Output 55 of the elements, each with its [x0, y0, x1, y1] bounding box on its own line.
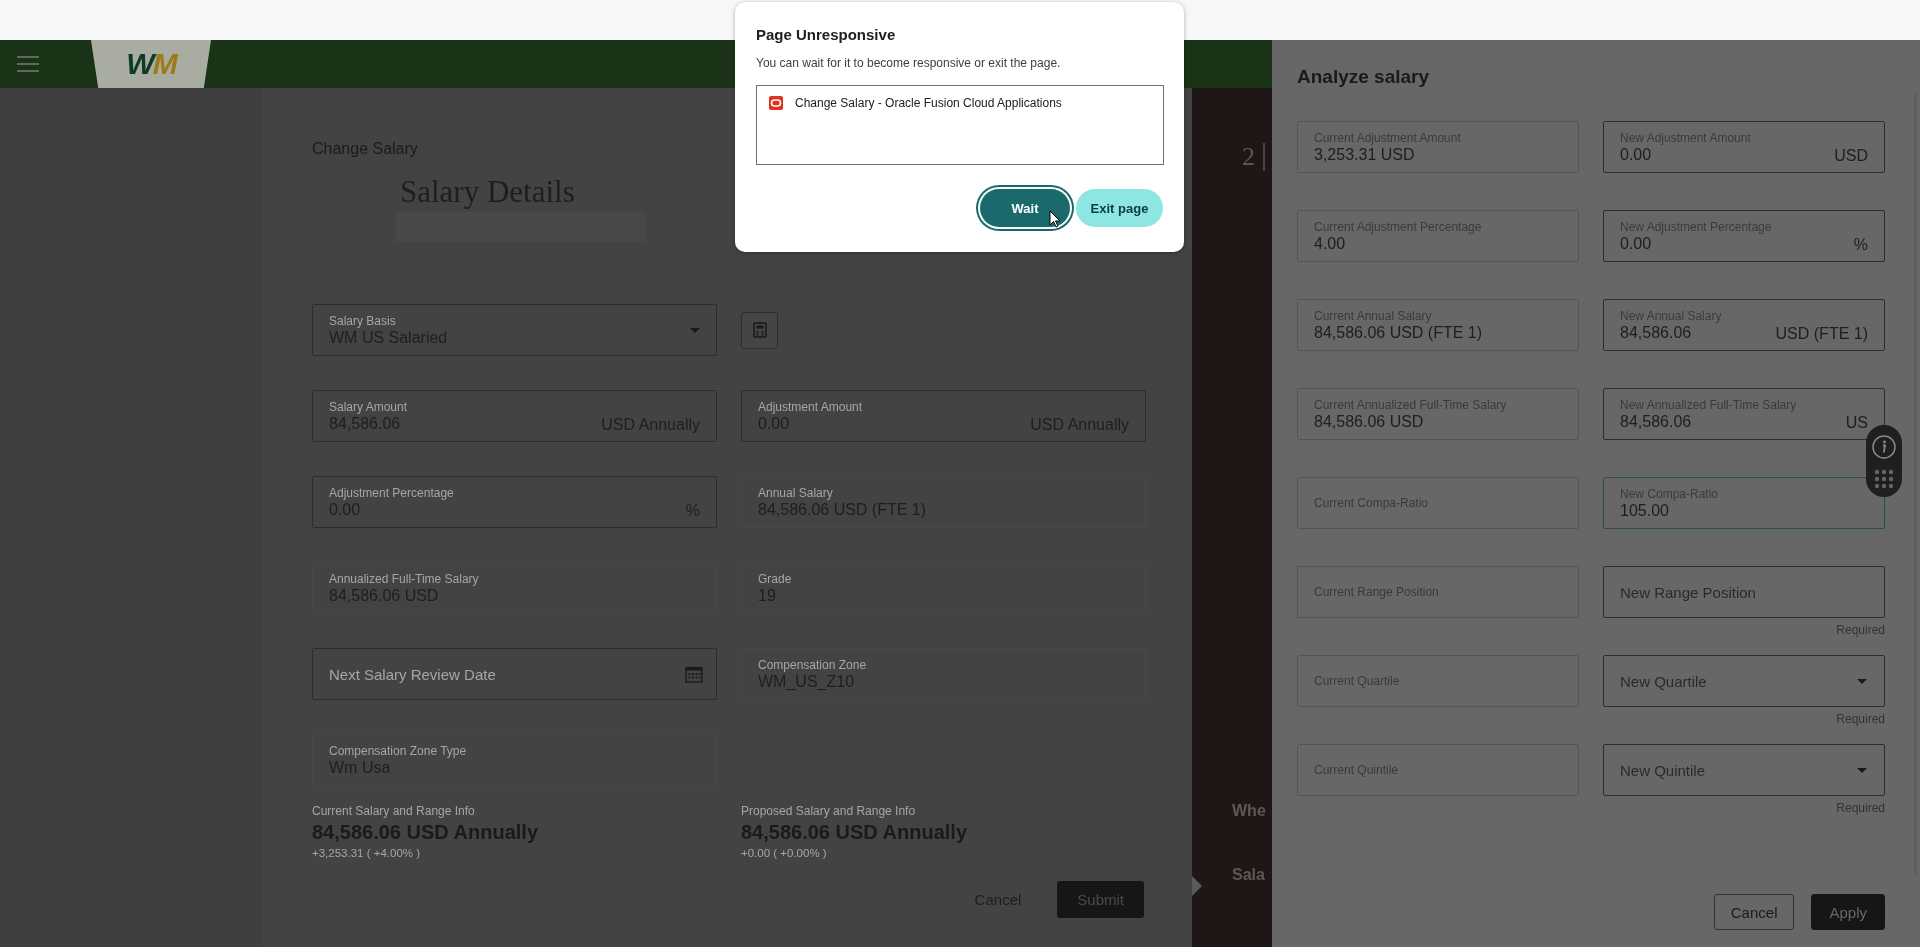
- field-value: 84,586.06: [1620, 411, 1693, 431]
- salary-change: +3,253.31 ( +4.00% ): [312, 847, 422, 859]
- cursor-icon: [1049, 210, 1061, 228]
- panel-title: Analyze salary: [1297, 66, 1431, 88]
- caret-icon: [690, 327, 700, 333]
- menu-icon[interactable]: [17, 56, 39, 72]
- dialog-title: Page Unresponsive: [756, 26, 897, 43]
- date-field[interactable]: Next Salary Review Date: [312, 648, 717, 700]
- dialog-message: You can wait for it to become responsive or exit the page.: [756, 56, 1062, 70]
- field-value: 3,253.31 USD: [1314, 145, 1416, 164]
- unit-label: %: [1853, 236, 1868, 254]
- step-number: 2: [1242, 142, 1255, 172]
- logo[interactable]: WM: [91, 40, 211, 88]
- cancel-button[interactable]: Cancel: [1713, 894, 1795, 930]
- unit-label: %: [685, 502, 700, 520]
- field-label: Salary Basis: [329, 313, 397, 328]
- apply-button[interactable]: Apply: [1811, 894, 1885, 930]
- field-value: 0.00: [1620, 145, 1653, 164]
- field-value: 84,586.06 USD (FTE 1): [1314, 323, 1484, 342]
- calendar-icon[interactable]: [685, 665, 703, 683]
- field-label: Adjustment Percentage: [329, 485, 455, 500]
- summary-label: Current Salary and Range Info: [312, 804, 476, 818]
- caret-icon: [1857, 768, 1867, 773]
- unit-label: USD (FTE 1): [1775, 325, 1868, 343]
- field-value: 84,586.06 USD: [1314, 411, 1425, 431]
- field-label: Salary Amount: [329, 399, 409, 414]
- field-value: 0.00: [1620, 234, 1653, 253]
- info-icon[interactable]: [1871, 433, 1897, 460]
- field-label: Compensation Zone Type: [329, 743, 468, 758]
- input-field[interactable]: New Range Position: [1603, 566, 1885, 618]
- calculator-button[interactable]: [741, 311, 778, 349]
- field-value: 105.00: [1620, 501, 1670, 520]
- field-label: Annual Salary: [758, 485, 834, 500]
- summary-label: Proposed Salary and Range Info: [741, 804, 917, 818]
- step-title: Sala: [1232, 866, 1265, 884]
- field-label: Grade: [758, 571, 793, 586]
- select-field[interactable]: New Quintile: [1603, 744, 1885, 796]
- step-marker-icon: [1192, 876, 1202, 896]
- caret-icon: [1857, 679, 1867, 684]
- grid-icon[interactable]: [1872, 468, 1896, 489]
- help-menu[interactable]: [1866, 425, 1902, 497]
- app-icon: [769, 96, 783, 110]
- page-entry[interactable]: Change Salary - Oracle Fusion Cloud Applications: [769, 96, 1151, 110]
- select-field[interactable]: New Quartile: [1603, 655, 1885, 707]
- field-label: Annualized Full-Time Salary: [329, 571, 480, 586]
- field-value: 4.00: [1314, 233, 1347, 253]
- step-title: Whe: [1232, 802, 1266, 820]
- unit-label: USD: [1834, 147, 1868, 165]
- calculator-icon: [752, 322, 767, 338]
- exit-page-button[interactable]: Exit page: [1076, 189, 1163, 227]
- unit-label: US: [1845, 414, 1868, 432]
- field-label: Adjustment Amount: [758, 399, 864, 414]
- field-value: 84,586.06: [1620, 323, 1693, 342]
- field-label: Compensation Zone: [758, 657, 868, 672]
- salary-change: +0.00 ( +0.00% ): [741, 847, 828, 859]
